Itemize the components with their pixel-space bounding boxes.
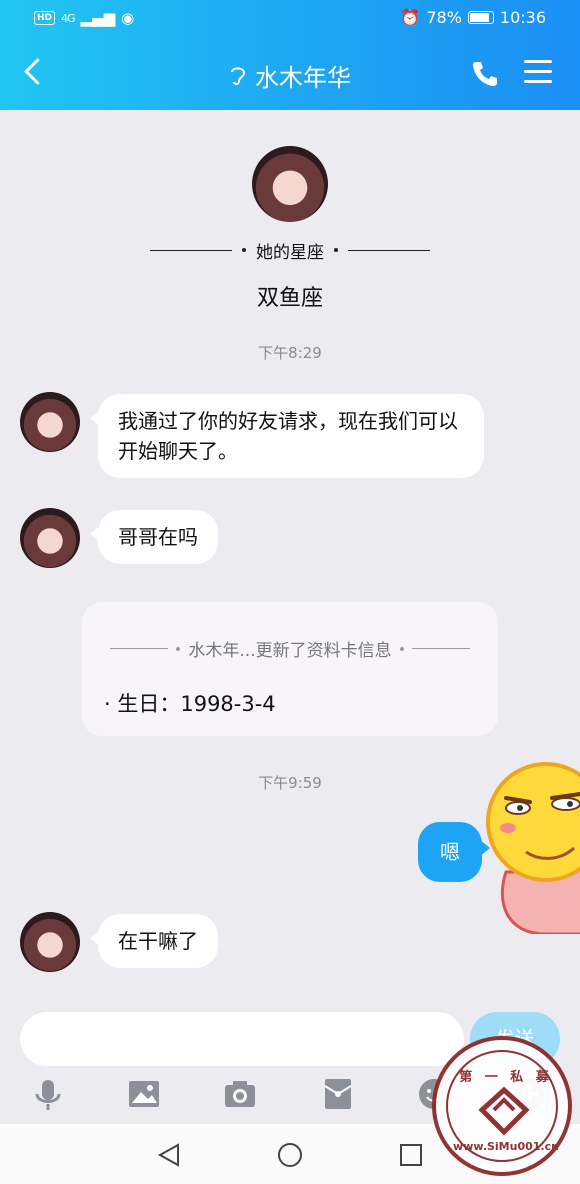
- message-bubble[interactable]: 我通过了你的好友请求，现在我们可以开始聊天了。: [90, 394, 484, 478]
- phone-icon[interactable]: [470, 58, 500, 88]
- signal-bars-icon: ▂▄▆: [80, 9, 116, 27]
- nav-home-icon[interactable]: [277, 1142, 303, 1172]
- message-bubble[interactable]: 在干嘛了: [90, 914, 218, 968]
- battery-icon: [467, 11, 494, 24]
- message-bubble[interactable]: 哥哥在吗: [90, 510, 218, 564]
- profile-update-card[interactable]: 水木年...更新了资料卡信息 · 生日：1998-3-4: [82, 602, 498, 736]
- avatar[interactable]: [20, 392, 80, 452]
- watermark-title: 第 一 私 募: [459, 1070, 553, 1085]
- avatar[interactable]: [20, 912, 80, 972]
- timestamp: 下午8:29: [258, 344, 322, 362]
- message-input[interactable]: [20, 1012, 464, 1066]
- constellation-label: 她的星座: [150, 238, 430, 263]
- status-time: 10:36: [499, 8, 546, 27]
- image-icon[interactable]: [126, 1076, 162, 1112]
- profile-avatar[interactable]: [252, 146, 328, 222]
- battery-percent: 78%: [426, 8, 462, 27]
- signal-icon: 4G: [61, 11, 75, 25]
- watermark-url: www.SiMu001.cn: [453, 1140, 559, 1153]
- menu-icon[interactable]: [524, 60, 552, 84]
- chat-title-text: 水木年华: [255, 64, 351, 92]
- hd-badge: HD: [34, 11, 56, 25]
- alarm-icon: ⏰: [400, 8, 421, 27]
- avatar[interactable]: [20, 508, 80, 568]
- nav-back-icon[interactable]: [156, 1142, 182, 1172]
- red-packet-icon[interactable]: [320, 1076, 356, 1112]
- watermark-logo-icon: [478, 1086, 530, 1136]
- constellation-value: 双鱼座: [256, 286, 323, 311]
- card-header-text: 水木年...更新了资料卡信息: [188, 641, 392, 661]
- microphone-icon[interactable]: [30, 1076, 66, 1112]
- nav-recents-icon[interactable]: [398, 1142, 424, 1172]
- eye-icon: ◉: [121, 9, 135, 27]
- my-message-bubble[interactable]: 嗯: [418, 822, 490, 882]
- status-bar: HD 4G ▂▄▆ ◉ ⏰ 78% 10:36: [0, 0, 580, 36]
- card-body-text: · 生日：1998-3-4: [104, 692, 276, 716]
- emoji-sticker-icon: [486, 752, 580, 936]
- camera-icon[interactable]: [222, 1076, 258, 1112]
- watermark-seal: 第 一 私 募 www.SiMu001.cn: [432, 1036, 572, 1176]
- ear-icon: [229, 64, 247, 91]
- chat-header: HD 4G ▂▄▆ ◉ ⏰ 78% 10:36 水木年华: [0, 0, 580, 110]
